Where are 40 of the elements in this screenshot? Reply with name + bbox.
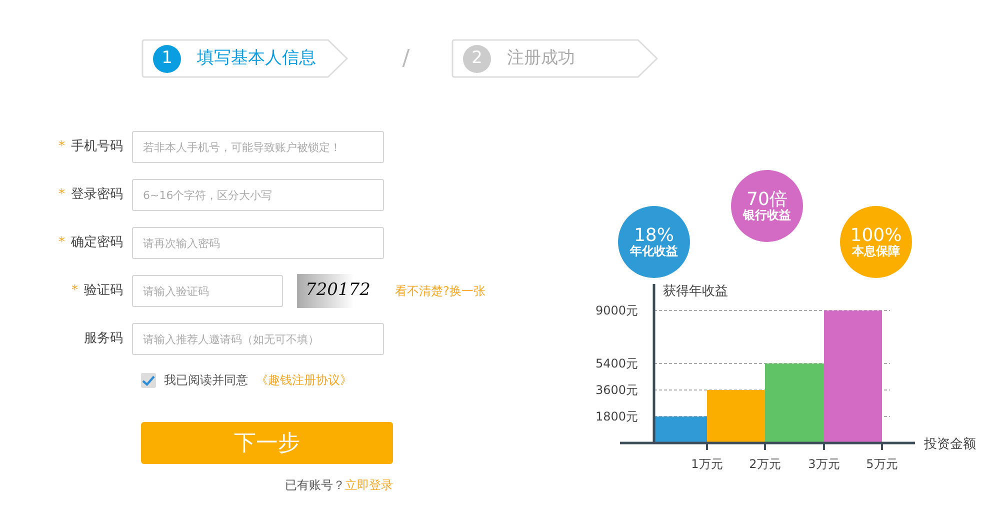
separator-slash: / (401, 45, 411, 73)
y-tick-label: 3600元 (595, 383, 638, 397)
input-field[interactable]: 请再次输入密码 (132, 227, 384, 259)
step-label: 填写基本人信息 (197, 46, 316, 70)
x-axis-title: 投资金额 (924, 437, 976, 452)
field-label: 手机号码 (71, 139, 123, 154)
field-label: 服务码 (84, 331, 123, 346)
refresh-link[interactable]: 看不清楚?换一张 (395, 282, 486, 300)
y-tick-label: 1800元 (595, 410, 638, 424)
required-mark: * (58, 139, 65, 154)
login-link[interactable]: 立即登录 (345, 478, 393, 492)
x-tick-label: 1万元 (691, 457, 723, 471)
input-field[interactable]: 6~16个字符，区分大小写 (132, 179, 384, 211)
x-tick-label: 3万元 (808, 457, 840, 471)
stat-value: 100% (850, 226, 902, 246)
required-mark: * (72, 283, 78, 298)
stat-label: 银行收益 (743, 209, 791, 222)
field-label: 验证码 (84, 283, 123, 298)
field-label: 确定密码 (71, 235, 123, 250)
required-mark: * (58, 235, 65, 250)
y-tick-label: 5400元 (595, 356, 638, 370)
stat-value: 70倍 (746, 190, 788, 210)
input-field[interactable]: 请输入验证码 (132, 275, 283, 307)
stat-label: 本息保障 (852, 245, 900, 258)
x-tick-label: 5万元 (866, 457, 898, 471)
field-label: 登录密码 (71, 187, 123, 202)
agreement-link[interactable]: 《趣钱注册协议》 (256, 371, 352, 389)
stat-label: 年化收益 (630, 245, 678, 258)
agreement-text: 我已阅读并同意 (164, 372, 248, 389)
y-axis-title: 获得年收益 (663, 284, 728, 299)
input-field[interactable]: 请输入推荐人邀请码（如无可不填） (132, 323, 384, 355)
step-label: 注册成功 (507, 46, 575, 70)
x-tick-label: 2万元 (749, 457, 781, 471)
required-mark: * (58, 187, 65, 202)
next-button[interactable]: 下一步 (141, 422, 393, 464)
input-field[interactable]: 若非本人手机号，可能导致账户被锁定！ (132, 131, 384, 163)
login-prompt: 已有账号？ (285, 478, 345, 492)
agree-checkbox[interactable] (141, 372, 156, 388)
stat-value: 18% (634, 226, 674, 246)
y-tick-label: 9000元 (595, 304, 638, 318)
